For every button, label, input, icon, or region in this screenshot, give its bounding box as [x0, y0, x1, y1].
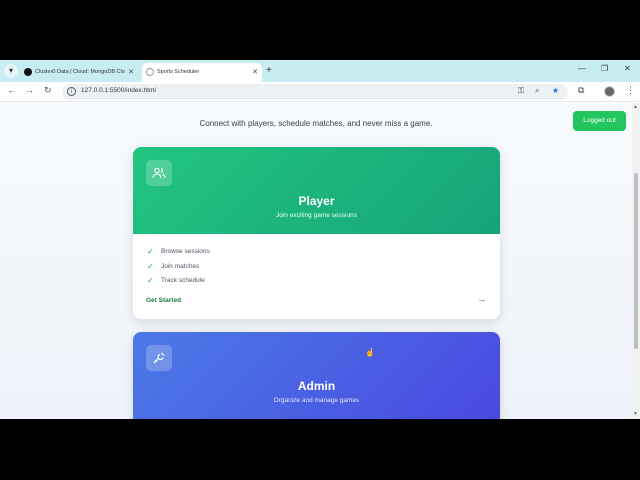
reload-icon[interactable]: ↻	[44, 85, 52, 96]
tab-search-icon[interactable]: ▾	[4, 64, 18, 78]
page-content: Connect with players, schedule matches, …	[0, 103, 632, 419]
address-bar[interactable]: i 127.0.0.1:5500/index.html ⚿ ⌕ ★	[62, 84, 568, 100]
scroll-thumb[interactable]	[634, 173, 638, 349]
player-card-title: Player	[298, 194, 335, 208]
forward-icon[interactable]: →	[25, 85, 34, 95]
bookmark-star-icon[interactable]: ★	[552, 86, 559, 95]
page-scrollbar[interactable]: ▲ ▼	[632, 103, 640, 419]
browser-window: ▾ Cluster0 Data | Cloud: MongoDB Clo ✕ S…	[0, 60, 640, 419]
mouse-cursor-icon: ☝	[365, 348, 375, 357]
mongodb-favicon-icon	[24, 68, 32, 76]
new-tab-icon[interactable]: +	[266, 63, 272, 79]
tab-mongodb[interactable]: Cluster0 Data | Cloud: MongoDB Clo ✕	[20, 63, 138, 82]
extensions-puzzle-icon[interactable]: ⧉	[578, 85, 584, 96]
browser-toolbar: ← → ↻ i 127.0.0.1:5500/index.html ⚿ ⌕ ★ …	[0, 82, 640, 102]
page-heading-clipped	[183, 103, 443, 105]
password-key-icon[interactable]: ⚿	[518, 86, 524, 96]
close-tab-icon[interactable]: ✕	[252, 63, 258, 82]
users-icon	[146, 160, 172, 186]
back-icon[interactable]: ←	[7, 85, 16, 95]
profile-avatar[interactable]	[604, 86, 615, 97]
admin-card-subtitle: Organize and manage games	[273, 397, 360, 404]
restore-icon[interactable]: ❐	[601, 64, 608, 73]
tab-title: Cluster0 Data | Cloud: MongoDB Clo	[35, 69, 125, 75]
tab-sports-scheduler[interactable]: Sports Scheduler ✕	[142, 63, 262, 82]
player-card-subtitle: Join exciting game sessions	[276, 212, 357, 219]
check-icon: ✓	[147, 276, 154, 285]
player-feature-list: ✓ Browse sessions ✓ Join matches ✓ Track…	[147, 247, 210, 291]
list-item: ✓ Browse sessions	[147, 247, 210, 256]
wrench-icon	[146, 345, 172, 371]
get-started-link[interactable]: Get Started	[146, 297, 181, 304]
check-icon: ✓	[147, 261, 154, 271]
zoom-icon[interactable]: ⌕	[535, 86, 539, 96]
tab-strip: ▾ Cluster0 Data | Cloud: MongoDB Clo ✕ S…	[0, 60, 640, 82]
url-text[interactable]: 127.0.0.1:5500/index.html	[81, 87, 156, 94]
minimize-icon[interactable]: —	[578, 64, 586, 73]
arrow-right-icon[interactable]: →	[477, 294, 486, 304]
close-window-icon[interactable]: ✕	[624, 64, 631, 73]
page-subtitle: Connect with players, schedule matches, …	[199, 119, 433, 128]
check-icon: ✓	[147, 247, 154, 256]
site-info-icon[interactable]: i	[67, 87, 76, 96]
list-item: ✓ Join matches	[147, 261, 200, 271]
scroll-down-icon[interactable]: ▼	[633, 411, 638, 417]
player-card-header: Player Join exciting game sessions	[133, 147, 500, 234]
browser-menu-icon[interactable]: ⋮	[626, 85, 635, 96]
admin-card[interactable]: Admin Organize and manage games	[133, 332, 500, 419]
list-item: ✓ Track schedule	[147, 276, 205, 285]
admin-card-header: Admin Organize and manage games	[133, 332, 500, 419]
globe-favicon-icon	[146, 68, 154, 76]
scroll-up-icon[interactable]: ▲	[633, 104, 638, 110]
admin-card-title: Admin	[297, 379, 336, 393]
tab-title: Sports Scheduler	[157, 69, 200, 75]
close-tab-icon[interactable]: ✕	[128, 63, 134, 82]
player-card[interactable]: Player Join exciting game sessions ✓ Bro…	[133, 147, 500, 319]
logged-out-button[interactable]: Logged out	[573, 111, 626, 131]
